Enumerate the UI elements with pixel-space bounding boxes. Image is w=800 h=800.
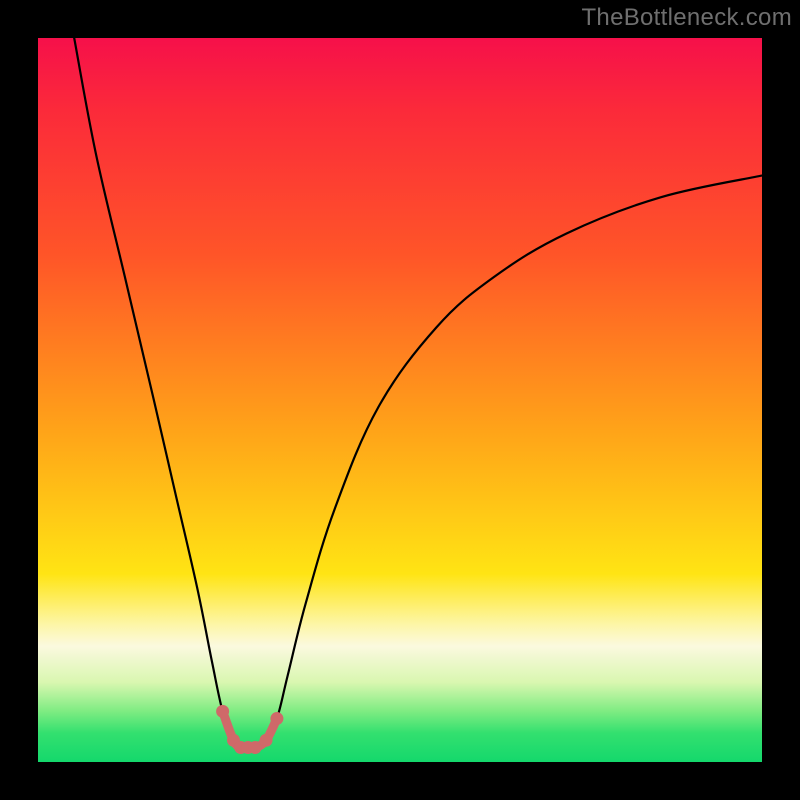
trough-marker-dot bbox=[260, 734, 273, 747]
trough-marker-dot bbox=[249, 741, 262, 754]
bottleneck-curve bbox=[74, 38, 762, 748]
watermark-text: TheBottleneck.com bbox=[581, 4, 792, 32]
curve-layer bbox=[38, 38, 762, 762]
trough-marker-dot bbox=[270, 712, 283, 725]
chart-frame: TheBottleneck.com bbox=[0, 0, 800, 800]
plot-area bbox=[38, 38, 762, 762]
trough-marker-dot bbox=[216, 705, 229, 718]
